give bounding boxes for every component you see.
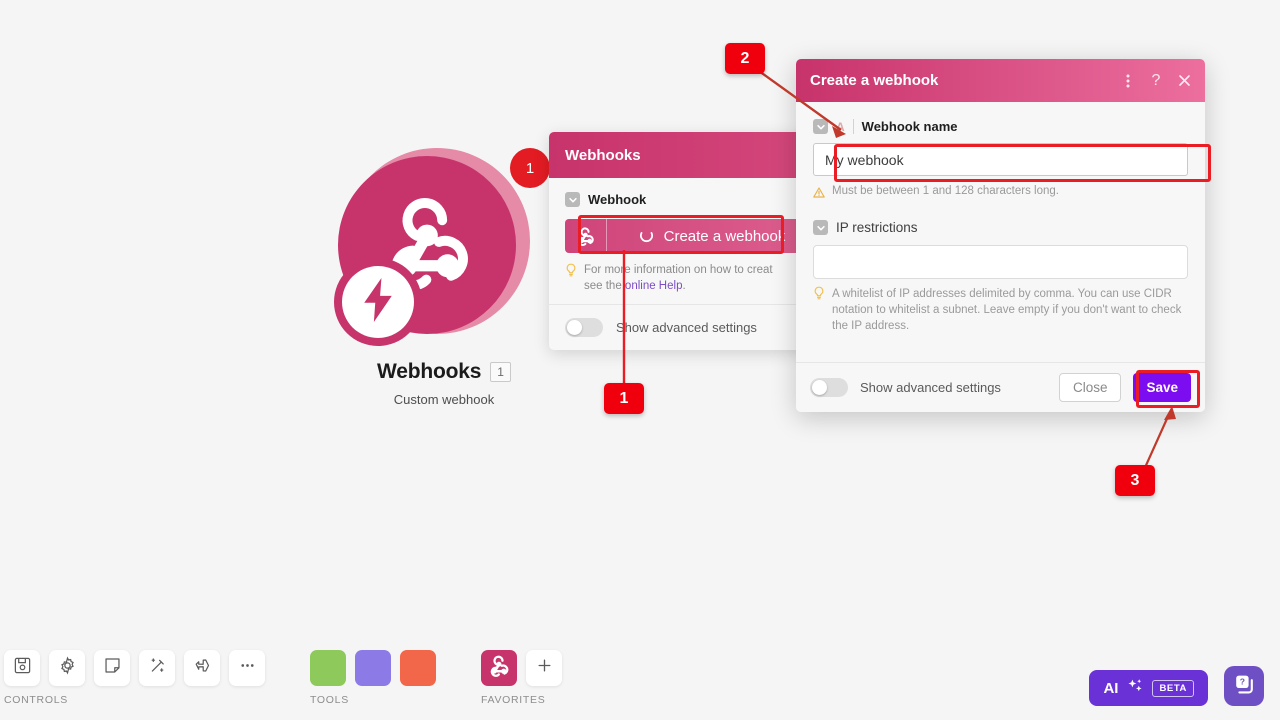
note-icon [103,656,122,680]
svg-text:?: ? [1240,676,1245,686]
module-label-row: Webhooks 1 [338,360,550,384]
ai-assistant-button[interactable]: AI BETA [1089,670,1208,706]
webhooks-icon [487,654,511,683]
webhooks-icon [565,219,607,253]
warning-triangle-icon [813,185,825,203]
tools-caption: TOOLS [310,694,349,706]
gear-icon [58,656,77,680]
ip-restrictions-input[interactable] [813,245,1188,279]
airplane-icon [193,656,212,680]
favorites-caption: FAVORITES [481,694,546,706]
step-badge-1: 1 [604,383,644,414]
tool-button-flow-control[interactable] [310,650,346,686]
favorite-button-webhooks[interactable] [481,650,517,686]
dialog-header[interactable]: Create a webhook ? [796,59,1205,102]
favorites-group: FAVORITES [481,650,562,706]
create-a-webhook-button[interactable]: Create a webhook [565,219,817,253]
ip-restrictions-message-row: A whitelist of IP addresses delimited by… [813,286,1188,334]
required-marker: A [836,119,845,134]
show-advanced-settings-label: Show advanced settings [616,320,757,335]
close-button[interactable]: Close [1058,373,1122,402]
settings-button[interactable] [49,650,85,686]
bottom-toolbar: CONTROLS TOOLS FAVORITES AI BETA ? [0,640,1280,720]
canvas-stage: 1 Webhooks 1 Custom webhook Webhooks Web… [0,0,1280,720]
label-divider [852,119,854,134]
module-subtitle: Custom webhook [393,392,495,407]
chevron-down-icon[interactable] [813,220,828,235]
module-title: Webhooks [377,360,482,383]
tools-row [310,650,436,690]
dialog-body: A Webhook name Must be between 1 and 128… [796,102,1205,334]
save-disk-icon [13,656,32,680]
ip-restrictions-message: A whitelist of IP addresses delimited by… [832,288,1182,332]
close-icon[interactable] [1177,72,1191,90]
create-a-webhook-button-label: Create a webhook [663,227,786,245]
webhook-field-label-row: Webhook [565,192,833,207]
help-docs-icon: ? [1233,673,1255,700]
magic-wand-button[interactable] [139,650,175,686]
more-options-button[interactable] [229,650,265,686]
webhook-name-label-row: A Webhook name [813,119,1188,134]
lightning-bolt-icon [361,277,395,327]
tools-group: TOOLS [310,650,436,706]
kebab-menu-icon[interactable] [1121,72,1135,90]
dialog-show-advanced-settings-label: Show advanced settings [860,380,1001,395]
dialog-show-advanced-settings-toggle[interactable] [810,378,848,397]
dialog-footer: Show advanced settings Close Save [796,362,1205,412]
controls-caption: CONTROLS [4,694,68,706]
hint-line2-prefix: see the [584,280,625,292]
magic-wand-icon [148,656,167,680]
module-node-webhooks[interactable]: 1 Webhooks 1 Custom webhook [334,148,550,418]
airplane-button[interactable] [184,650,220,686]
save-disk-button[interactable] [4,650,40,686]
webhooks-panel-title: Webhooks [565,146,641,164]
step-badge-2: 2 [725,43,765,74]
create-a-webhook-button-content: Create a webhook [607,228,817,245]
webhooks-panel-hint: For more information on how to creat see … [565,262,833,294]
webhook-field-label: Webhook [588,192,647,207]
show-advanced-settings-toggle[interactable] [565,318,603,337]
ip-restrictions-label-row: IP restrictions [813,220,1188,235]
webhook-name-label: Webhook name [861,119,958,134]
hint-suffix: . [682,280,686,292]
chevron-down-icon[interactable] [813,119,828,134]
ellipsis-icon [238,656,257,680]
controls-group: CONTROLS [4,650,265,706]
webhooks-panel-hint-text: For more information on how to creat see … [584,262,773,294]
loading-spinner-icon [639,229,654,244]
lightbulb-icon [813,286,825,305]
help-icon[interactable]: ? [1149,72,1163,90]
favorites-row [481,650,562,686]
ai-button-label: AI [1103,679,1119,697]
tool-button-tools[interactable] [355,650,393,690]
lightbulb-icon [565,263,577,294]
controls-row [4,650,265,686]
webhook-name-message: Must be between 1 and 128 characters lon… [832,185,1059,197]
note-button[interactable] [94,650,130,686]
help-docs-button[interactable]: ? [1224,666,1264,706]
ai-beta-badge: BETA [1152,679,1194,697]
webhook-name-message-row: Must be between 1 and 128 characters lon… [813,183,1188,203]
ip-restrictions-label: IP restrictions [836,220,918,235]
module-type-badge [334,258,422,346]
tool-button-code[interactable] [400,650,436,688]
dialog-header-icons: ? [1121,72,1191,90]
dialog-title: Create a webhook [810,72,939,89]
online-help-link[interactable]: online Help [625,280,683,292]
save-button[interactable]: Save [1133,373,1191,402]
create-a-webhook-dialog: Create a webhook ? A Webhook name My web… [796,59,1205,412]
module-sequence-badge: 1 [510,148,550,188]
sparkles-icon [1126,677,1144,700]
chevron-down-icon[interactable] [565,192,580,207]
hint-prefix: For more information on how to creat [584,264,773,276]
step-badge-3: 3 [1115,465,1155,496]
add-favorite-button[interactable] [526,650,562,686]
module-count-badge: 1 [490,362,511,382]
plus-icon [535,656,554,680]
webhook-name-input[interactable] [813,143,1188,176]
